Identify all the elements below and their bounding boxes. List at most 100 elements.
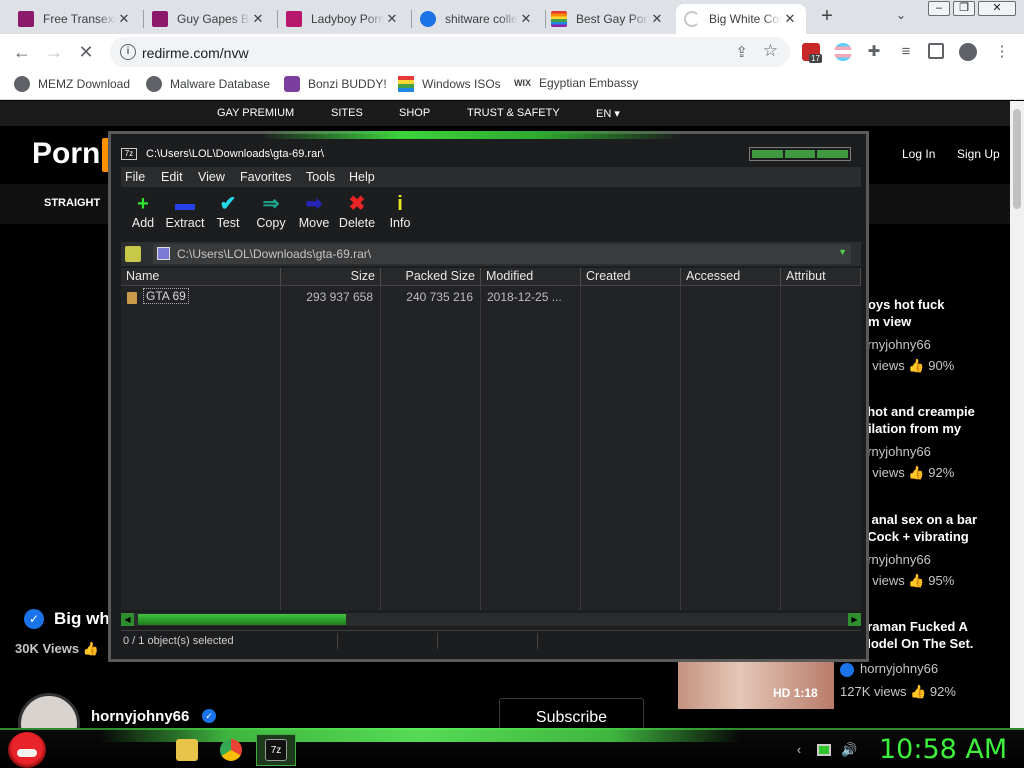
nav-gay-premium[interactable]: GAY PREMIUM [217,107,294,119]
column-header-size[interactable]: Size [281,268,381,286]
subscribe-button[interactable]: Subscribe [499,698,644,728]
column-header-name[interactable]: Name [121,268,281,286]
delete-button[interactable]: ✖ Delete [335,192,379,230]
bookmark-malware-db[interactable]: Malware Database [146,76,270,92]
tab-3[interactable]: Ladyboy Porn ✕ [278,4,408,34]
dropdown-arrow-icon[interactable]: ▼ [838,247,847,257]
new-tab-button[interactable]: + [816,6,838,28]
start-button-angry-bird-icon[interactable] [8,732,46,768]
trans-flag-extension-icon[interactable] [834,43,852,61]
minimize-button[interactable]: – [928,1,950,16]
file-explorer-folder-icon[interactable] [176,739,198,761]
bookmark-egyptian-embassy[interactable]: WIX Egyptian Embassy [514,76,638,90]
puzzle-extensions-icon[interactable]: ✚ [865,43,883,61]
media-queue-icon[interactable]: ≡ [897,43,915,61]
table-row-name[interactable]: GTA 69 [143,288,189,304]
tab-1[interactable]: Free Transexual ✕ [10,4,140,34]
tab-6-active[interactable]: Big White Cock ✕ [676,4,806,34]
tab-search-chevron-icon[interactable]: ⌄ [896,8,906,22]
horizontal-scrollbar[interactable]: ◀ ▶ [121,613,861,626]
tab-close-icon[interactable]: ✕ [782,11,798,27]
thumbs-up-icon[interactable]: 👍 [83,641,99,656]
nav-shop[interactable]: SHOP [399,107,430,119]
tab-5[interactable]: Best Gay Porn ✕ [543,4,673,34]
page-scrollbar[interactable] [1010,101,1024,728]
tab-close-icon[interactable]: ✕ [250,11,266,27]
related-video-4[interactable]: eraman Fucked A Model On The Set. [860,618,1010,652]
network-monitor-icon[interactable] [817,744,831,756]
signup-link[interactable]: Sign Up [957,147,1000,161]
chrome-icon[interactable] [220,739,242,761]
stop-loading-icon[interactable]: ✕ [74,40,98,64]
close-button[interactable] [817,150,849,158]
forward-arrow-icon[interactable]: → [42,40,66,64]
address-bar[interactable]: i redirme.com/nvw ⇪ ☆ [110,37,790,67]
video-uploader[interactable]: hornyjohny66 [860,661,938,676]
menu-view[interactable]: View [198,170,225,184]
column-header-created[interactable]: Created [581,268,681,286]
tab-close-icon[interactable]: ✕ [649,11,665,27]
menu-favorites[interactable]: Favorites [240,170,291,184]
maximize-button[interactable]: ❐ [953,1,975,16]
nav-trust-safety[interactable]: TRUST & SAFETY [467,107,560,119]
site-info-icon[interactable]: i [120,44,136,60]
share-icon[interactable]: ⇪ [735,43,748,61]
scrollbar-thumb[interactable] [138,614,346,625]
maximize-button[interactable] [784,150,816,158]
video-thumbnail[interactable] [678,661,834,709]
bookmark-windows-isos[interactable]: Windows ISOs [398,76,501,92]
show-hidden-icons-chevron-icon[interactable]: ‹ [791,742,807,758]
menu-tools[interactable]: Tools [306,170,335,184]
path-text[interactable]: C:\Users\LOL\Downloads\gta-69.rar\ [177,247,371,261]
test-button[interactable]: ✔ Test [206,192,250,230]
volume-speaker-icon[interactable]: 🔊 [841,742,857,758]
move-button[interactable]: ➡ Move [292,192,336,230]
tab-2[interactable]: Guy Gapes Butt ✕ [144,4,274,34]
add-button[interactable]: + Add [121,192,165,230]
profile-avatar-icon[interactable] [959,43,977,61]
bookmark-star-icon[interactable]: ☆ [763,41,778,61]
minimize-button[interactable] [752,150,783,158]
column-header-attributes[interactable]: Attribut [781,268,861,286]
column-header-packed-size[interactable]: Packed Size [381,268,481,286]
bookmark-bonzi[interactable]: Bonzi BUDDY! [284,76,387,92]
info-button[interactable]: i Info [378,192,422,230]
tab-4[interactable]: shitware collection ✕ [412,4,542,34]
nav-straight[interactable]: STRAIGHT [44,197,100,209]
nav-language[interactable]: EN ▾ [596,107,620,120]
related-video-3[interactable]: o anal sex on a bar . Cock + vibrating o… [860,511,1010,589]
close-window-button[interactable]: ✕ [978,1,1016,16]
menu-edit[interactable]: Edit [161,170,183,184]
column-header-modified[interactable]: Modified [481,268,581,286]
column-header-accessed[interactable]: Accessed [681,268,781,286]
7zip-taskbar-icon[interactable]: 7z [265,739,287,761]
folder-up-icon[interactable] [125,246,141,262]
side-panel-icon[interactable] [928,43,944,59]
window-controls[interactable] [749,147,851,161]
scroll-left-arrow-icon[interactable]: ◀ [121,613,134,626]
channel-name[interactable]: hornyjohny66 [91,708,189,725]
file-list[interactable]: Name Size Packed Size Modified Created A… [121,268,861,610]
scroll-right-arrow-icon[interactable]: ▶ [848,613,861,626]
url-text[interactable]: redirme.com/nvw [142,45,249,61]
scrollbar-thumb[interactable] [1013,109,1021,209]
tab-close-icon[interactable]: ✕ [116,11,132,27]
kebab-menu-icon[interactable]: ⋮ [993,43,1011,61]
tab-close-icon[interactable]: ✕ [384,11,400,27]
site-logo[interactable]: Porn [32,137,113,173]
related-video-2[interactable]: shot and creampie bilation from my ornyj… [860,403,1010,481]
menu-help[interactable]: Help [349,170,375,184]
back-arrow-icon[interactable]: ← [10,40,34,64]
menu-file[interactable]: File [125,170,145,184]
related-video-1[interactable]: boys hot fuck om view ornyjohny66 K view… [860,296,1010,374]
tab-close-icon[interactable]: ✕ [518,11,534,27]
taskbar-clock[interactable]: 10:58 AM [879,734,1007,765]
channel-avatar[interactable] [18,693,80,728]
extract-button[interactable]: ▬ Extract [163,192,207,230]
path-field[interactable]: C:\Users\LOL\Downloads\gta-69.rar\ ▼ [153,244,851,264]
nav-sites[interactable]: SITES [331,107,363,119]
login-link[interactable]: Log In [902,147,935,161]
bookmark-memz[interactable]: MEMZ Download [14,76,130,92]
copy-button[interactable]: ⇒ Copy [249,192,293,230]
window-title-bar[interactable]: 7z C:\Users\LOL\Downloads\gta-69.rar\ [121,148,324,160]
